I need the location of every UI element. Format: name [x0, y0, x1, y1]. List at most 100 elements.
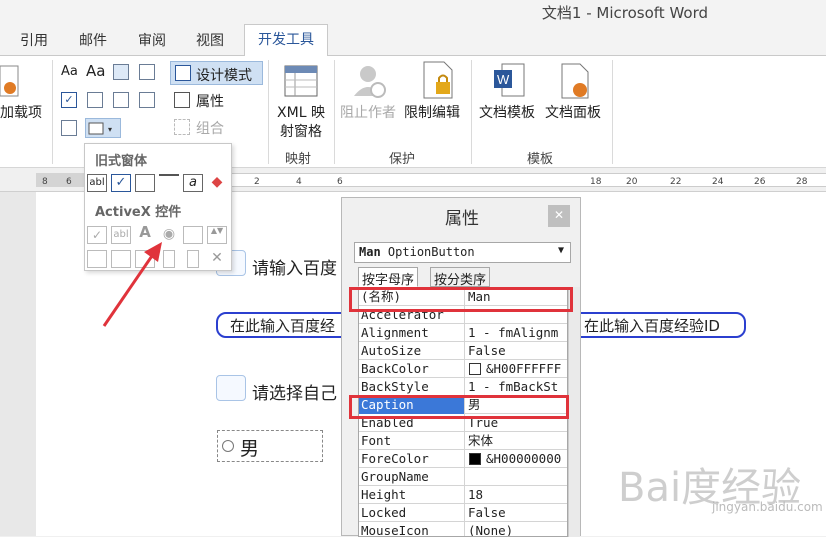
radio-icon[interactable] [222, 440, 234, 452]
group-separator [52, 60, 53, 164]
restrict-editing-icon[interactable] [420, 60, 456, 100]
addins-icon[interactable] [0, 64, 20, 100]
option-button-control[interactable]: 男 [217, 430, 323, 462]
property-value[interactable]: 宋体 [468, 432, 567, 450]
property-row[interactable]: MouseIcon (None) [359, 522, 567, 536]
tab-developer[interactable]: 开发工具 [244, 24, 328, 57]
property-value[interactable]: False [468, 504, 567, 522]
property-name: MouseIcon [359, 522, 465, 536]
tab-alphabetic[interactable]: 按字母序 [358, 267, 419, 288]
ruler-tick: 4 [296, 177, 302, 187]
property-name: Font [359, 432, 465, 450]
tab-view[interactable]: 视图 [196, 30, 224, 50]
group-label-protect: 保护 [389, 152, 416, 167]
picture-control-icon[interactable] [113, 64, 129, 80]
addins-button[interactable]: 加载项 [0, 104, 42, 123]
ruler-tick: 2 [254, 177, 260, 187]
tab-references[interactable]: 引用 [20, 30, 48, 50]
properties-panel: 属性 ✕ Man OptionButton ▼ 按字母序 按分类序 (名称) Ma… [341, 197, 581, 537]
property-value[interactable]: False [468, 342, 567, 360]
svg-text:▾: ▾ [108, 125, 112, 134]
property-row[interactable]: GroupName [359, 468, 567, 486]
placeholder-text-left[interactable]: 在此输入百度经 [230, 315, 335, 336]
document-template-button[interactable]: 文档模板 [479, 104, 535, 123]
design-mode-icon [175, 65, 191, 81]
tab-categorized[interactable]: 按分类序 [430, 267, 491, 288]
block-authors-icon[interactable] [350, 62, 388, 100]
prompt-text-1: 请输入百度 [252, 259, 337, 279]
property-row[interactable]: Alignment 1 - fmAlignm [359, 324, 567, 342]
watermark-url: jingyan.baidu.com [712, 500, 823, 514]
legacy-shading-icon[interactable]: a [183, 174, 203, 192]
property-name: AutoSize [359, 342, 465, 360]
group-label-templates: 模板 [527, 152, 554, 167]
legacy-frame-icon[interactable] [159, 174, 179, 192]
tab-review[interactable]: 审阅 [138, 30, 166, 50]
legacy-forms-heading: 旧式窗体 [95, 154, 148, 169]
restrict-editing-button[interactable]: 限制编辑 [404, 104, 460, 123]
xml-mapping-icon[interactable] [283, 64, 319, 100]
object-select[interactable]: Man OptionButton ▼ [354, 242, 571, 263]
close-icon[interactable]: ✕ [548, 205, 570, 227]
placeholder-text-right[interactable]: 在此输入百度经验ID [584, 315, 720, 336]
activex-spin-button-icon[interactable]: ▲▼ [207, 226, 227, 244]
group-separator [471, 60, 472, 164]
property-value[interactable]: &H00000000 [468, 450, 567, 468]
design-mode-button[interactable]: 设计模式 [170, 61, 263, 85]
rich-text-control-icon[interactable]: Aa [61, 64, 78, 79]
legacy-dropdown-icon[interactable] [135, 174, 155, 192]
ruler-tick: 8 [42, 177, 48, 187]
more-controls-icon[interactable]: ✕ [207, 250, 227, 268]
drop-down-list-icon[interactable] [113, 92, 129, 108]
document-panel-icon[interactable] [558, 62, 592, 100]
property-row[interactable]: AutoSize False [359, 342, 567, 360]
repeating-section-icon[interactable] [61, 120, 77, 136]
ruler-tick: 22 [670, 177, 682, 187]
content-control-tag[interactable] [216, 375, 246, 401]
option-caption: 男 [240, 438, 260, 460]
title-bar: 文档1 - Microsoft Word [0, 0, 826, 24]
date-picker-icon[interactable] [139, 92, 155, 108]
group-button[interactable]: 组合 [196, 118, 224, 138]
property-row[interactable]: BackStyle 1 - fmBackSt [359, 378, 567, 396]
properties-scrollbar[interactable] [568, 287, 580, 537]
property-row[interactable]: Height 18 [359, 486, 567, 504]
properties-title: 属性 [445, 209, 479, 229]
activex-toggle-icon[interactable] [187, 250, 199, 268]
legacy-text-field-icon[interactable]: abl [87, 174, 107, 192]
property-value[interactable]: 1 - fmAlignm [468, 324, 567, 342]
document-template-icon[interactable]: W [492, 62, 526, 100]
checkbox-control-icon[interactable]: ✓ [61, 92, 77, 108]
red-arrow-annotation [102, 242, 162, 327]
property-row[interactable]: BackColor &H00FFFFFF [359, 360, 567, 378]
xml-mapping-button[interactable]: XML 映 射窗格 [274, 104, 328, 142]
property-row[interactable]: Locked False [359, 504, 567, 522]
property-value[interactable]: 1 - fmBackSt [468, 378, 567, 396]
block-authors-button[interactable]: 阻止作者 [340, 104, 396, 123]
property-name: Locked [359, 504, 465, 522]
tab-mailings[interactable]: 邮件 [79, 30, 107, 50]
property-value[interactable] [468, 468, 567, 486]
plain-text-control-icon[interactable]: Aa [86, 62, 105, 80]
building-block-icon[interactable] [139, 64, 155, 80]
ruler-tick: 24 [712, 177, 724, 187]
properties-button[interactable]: 属性 [196, 91, 224, 111]
property-name: BackColor [359, 360, 465, 378]
property-value[interactable]: 18 [468, 486, 567, 504]
ruler-tick: 18 [590, 177, 602, 187]
ribbon-tabs: 引用 邮件 审阅 视图 开发工具 [0, 24, 826, 57]
prompt-text-2: 请选择自己 [252, 384, 337, 404]
combo-box-control-icon[interactable] [87, 92, 103, 108]
legacy-checkbox-icon[interactable]: ✓ [111, 174, 131, 192]
activex-image-icon[interactable] [183, 226, 203, 244]
group-separator [612, 60, 613, 164]
eraser-icon[interactable]: ◆ [207, 174, 227, 192]
property-name: ForeColor [359, 450, 465, 468]
property-value[interactable]: (None) [468, 522, 567, 536]
document-panel-button[interactable]: 文档面板 [545, 104, 601, 123]
legacy-tools-button[interactable]: ▾ [85, 118, 121, 138]
property-value[interactable]: &H00FFFFFF [468, 360, 567, 378]
property-row[interactable]: ForeColor &H00000000 [359, 450, 567, 468]
activex-heading: ActiveX 控件 [95, 205, 182, 220]
property-row[interactable]: Font 宋体 [359, 432, 567, 450]
